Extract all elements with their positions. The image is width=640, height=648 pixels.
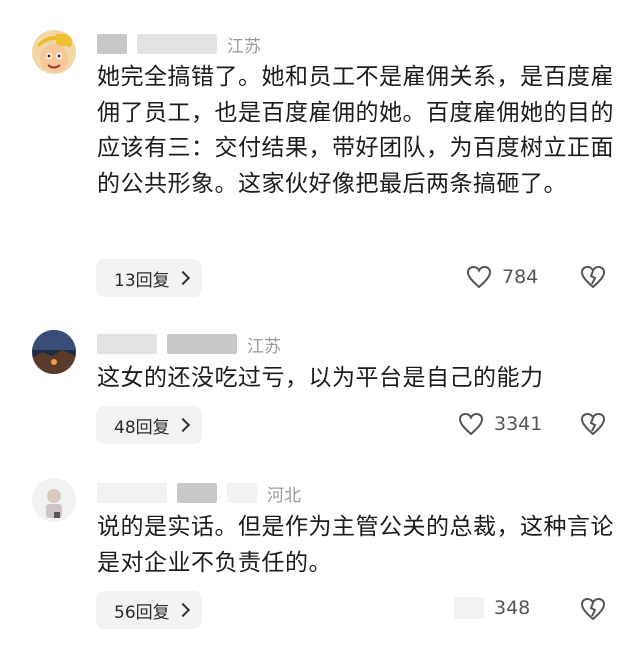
username-redacted — [167, 334, 237, 354]
heart-outline-icon — [466, 265, 492, 289]
comment-meta: 江苏 — [97, 33, 261, 57]
heart-outline-icon — [458, 412, 484, 436]
like-button[interactable]: 784 — [466, 265, 538, 289]
avatar[interactable] — [32, 30, 76, 74]
comment-meta: 河北 — [97, 482, 301, 506]
like-count: 348 — [494, 597, 531, 619]
comment-text: 说的是实话。但是作为主管公关的总裁，这种言论是对企业不负责任的。 — [97, 514, 614, 576]
avatar[interactable] — [32, 330, 76, 374]
chevron-right-icon — [175, 417, 190, 433]
reply-label: 56回复 — [114, 602, 170, 623]
like-count: 784 — [502, 266, 539, 288]
comment-text: 她完全搞错了。她和员工不是雇佣关系，是百度雇佣了员工，也是百度雇佣的她。百度雇佣… — [97, 64, 614, 197]
username-redacted — [177, 483, 217, 503]
reply-label: 13回复 — [114, 270, 170, 291]
broken-heart-icon[interactable] — [580, 597, 606, 621]
comment-text: 这女的还没吃过亏，以为平台是自己的能力 — [97, 365, 544, 391]
location-label: 河北 — [267, 485, 301, 506]
location-label: 江苏 — [227, 36, 261, 57]
like-button[interactable]: 348 — [454, 597, 530, 619]
heart-outline-icon — [454, 597, 484, 619]
reply-button[interactable]: 56回复 — [96, 591, 202, 629]
broken-heart-icon[interactable] — [580, 412, 606, 436]
location-label: 江苏 — [247, 336, 281, 357]
avatar[interactable] — [32, 478, 76, 522]
username-redacted — [227, 483, 257, 503]
comment-meta: 江苏 — [97, 333, 281, 357]
username-redacted — [97, 34, 127, 54]
reply-button[interactable]: 13回复 — [96, 259, 202, 297]
broken-heart-icon[interactable] — [580, 265, 606, 289]
like-button[interactable]: 3341 — [458, 412, 542, 436]
like-count: 3341 — [494, 413, 543, 435]
chevron-right-icon — [175, 602, 190, 618]
username-redacted — [97, 334, 157, 354]
username-redacted — [97, 483, 167, 503]
chevron-right-icon — [175, 270, 190, 286]
reply-button[interactable]: 48回复 — [96, 406, 202, 444]
reply-label: 48回复 — [114, 417, 170, 438]
username-redacted — [137, 34, 217, 54]
